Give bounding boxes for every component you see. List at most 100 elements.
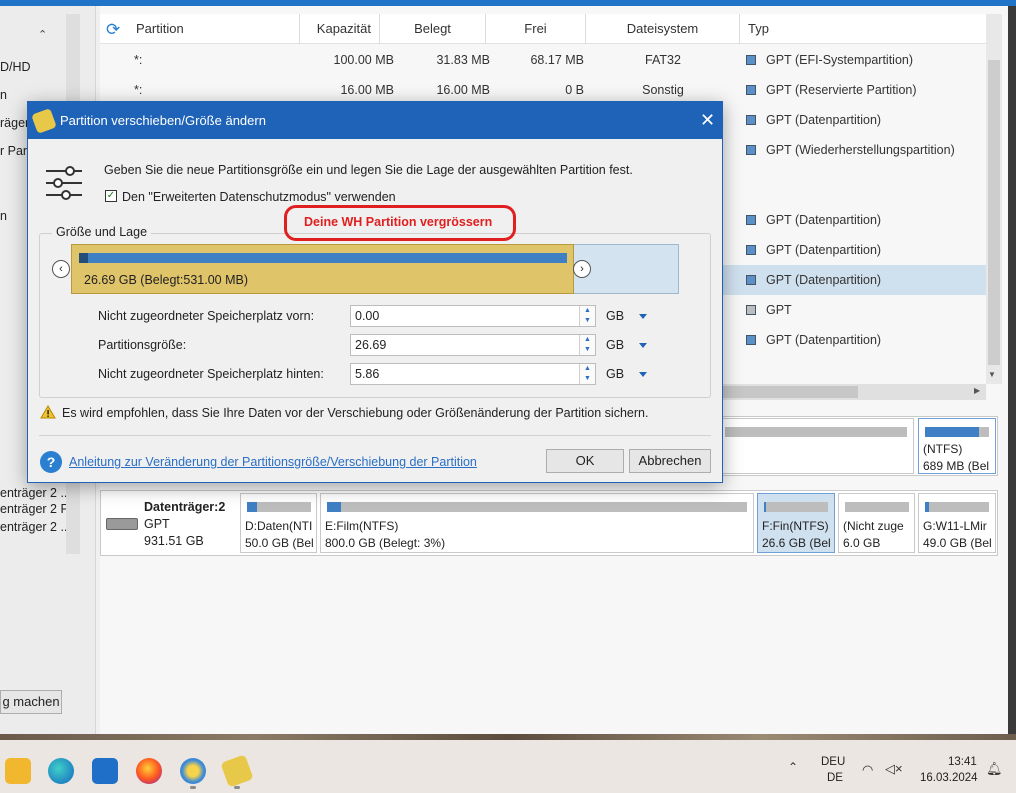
sliders-icon [46, 166, 82, 200]
gpt-icon [746, 85, 756, 95]
col-typ[interactable]: Typ [740, 14, 986, 44]
unit-dropdown-icon[interactable] [639, 314, 647, 319]
language-line2[interactable]: DE [827, 772, 843, 784]
col-dateisystem[interactable]: Dateisystem [586, 14, 740, 44]
cell-typ: GPT (EFI-Systempartition) [746, 45, 913, 75]
spinner-icon[interactable]: ▲ ▼ [579, 335, 595, 355]
partition-label: E:Film(NTFS) [325, 519, 399, 533]
scroll-down-icon[interactable]: ▼ [988, 370, 996, 379]
left-item[interactable]: D/HD [0, 60, 31, 74]
horizontal-scroll-thumb[interactable] [700, 386, 858, 398]
close-icon[interactable]: ✕ [700, 102, 715, 139]
gpt-icon [746, 245, 756, 255]
usage-bar [925, 427, 989, 437]
disk2-partition-f-selected[interactable]: F:Fin(NTFS) 26.6 GB (Bel [757, 493, 835, 553]
move-left-icon[interactable]: ‹ [52, 260, 70, 278]
disk-list-item[interactable]: enträger 2 ... [0, 486, 71, 500]
partition-handle[interactable]: 26.69 GB (Belegt:531.00 MB) [71, 244, 574, 294]
disk-list-item[interactable]: enträger 2 ... [0, 520, 71, 534]
cell-typ: GPT (Datenpartition) [746, 235, 881, 265]
left-item[interactable]: n [0, 209, 7, 223]
disk2-partition-d[interactable]: D:Daten(NTI 50.0 GB (Bel [240, 493, 317, 553]
vertical-scroll-thumb[interactable] [988, 60, 1000, 365]
cell-kapazitaet: 100.00 MB [333, 53, 394, 67]
scroll-right-icon[interactable]: ▶ [974, 386, 980, 395]
dialog-titlebar[interactable]: Partition verschieben/Größe ändern ✕ [28, 102, 722, 139]
help-icon[interactable]: ? [40, 451, 62, 473]
disk2-scheme: GPT [144, 517, 170, 531]
divider [39, 435, 711, 436]
cell-partition: *: [134, 53, 143, 67]
help-link[interactable]: Anleitung zur Veränderung der Partitions… [69, 455, 477, 469]
partition-size: 26.6 GB (Bel [762, 536, 831, 550]
wifi-icon[interactable]: ◠ [862, 762, 873, 778]
usage-bar [327, 502, 747, 512]
clock-time[interactable]: 13:41 [948, 756, 977, 768]
clock-date[interactable]: 16.03.2024 [920, 772, 978, 784]
disk1-partition[interactable] [718, 418, 914, 474]
notification-bell-icon[interactable]: 🔔︎ [986, 761, 1003, 777]
gpt-icon [746, 275, 756, 285]
partition-size-input[interactable]: 26.69 ▲ ▼ [350, 334, 596, 356]
partition-bar-label: 26.69 GB (Belegt:531.00 MB) [84, 273, 248, 287]
gpt-icon [746, 215, 756, 225]
disk2-partition-g[interactable]: G:W11-LMir 49.0 GB (Bel [918, 493, 996, 553]
store-icon[interactable] [92, 758, 118, 784]
col-belegt[interactable]: Belegt [380, 14, 486, 44]
disk2-partition-unallocated[interactable]: (Nicht zuge 6.0 GB [838, 493, 915, 553]
partition-size: 689 MB (Bel [923, 459, 990, 473]
left-item[interactable]: r Part [0, 144, 31, 158]
unallocated-icon [746, 305, 756, 315]
file-explorer-icon[interactable] [5, 758, 31, 784]
partition-size: 49.0 GB (Bel [923, 536, 992, 550]
app-icon[interactable] [180, 758, 206, 784]
unallocated-back-input[interactable]: 5.86 ▲ ▼ [350, 363, 596, 385]
datenschutz-checkbox[interactable]: ✓ [105, 190, 117, 202]
partition-size: 800.0 GB (Belegt: 3%) [325, 536, 446, 550]
unit-dropdown-icon[interactable] [639, 343, 647, 348]
left-item[interactable]: n [0, 88, 7, 102]
cell-frei: 68.17 MB [530, 53, 584, 67]
disk1-partition-last[interactable]: (NTFS) 689 MB (Bel [918, 418, 996, 474]
hard-disk-icon [106, 518, 138, 530]
cell-belegt: 31.83 MB [436, 53, 490, 67]
cancel-button[interactable]: Abbrechen [629, 449, 711, 473]
partition-label: (NTFS) [923, 442, 963, 456]
spinner-icon[interactable]: ▲ ▼ [579, 306, 595, 326]
volume-muted-icon[interactable]: ◁× [885, 761, 903, 777]
language-line1[interactable]: DEU [821, 756, 845, 768]
unit-dropdown-icon[interactable] [639, 372, 647, 377]
disk2-partition-e[interactable]: E:Film(NTFS) 800.0 GB (Belegt: 3%) [320, 493, 754, 553]
cell-typ: GPT (Datenpartition) [746, 205, 881, 235]
unit-label: GB [606, 367, 625, 381]
gpt-icon [746, 335, 756, 345]
cell-typ: GPT (Reservierte Partition) [746, 75, 917, 105]
col-kapazitaet[interactable]: Kapazität [300, 14, 380, 44]
usage-bar [247, 502, 311, 512]
partition-usage-bar [79, 253, 567, 263]
left-item[interactable]: räger [0, 116, 29, 130]
gpt-icon [746, 145, 756, 155]
edge-icon[interactable] [48, 758, 74, 784]
firefox-icon[interactable] [136, 758, 162, 784]
ok-button[interactable]: OK [546, 449, 624, 473]
col-frei[interactable]: Frei [486, 14, 586, 44]
spinner-icon[interactable]: ▲ ▼ [579, 364, 595, 384]
running-indicator [234, 786, 240, 789]
chevron-up-icon[interactable]: ⌃ [788, 760, 798, 774]
col-partition[interactable]: Partition [128, 14, 300, 44]
unallocated-front-input[interactable]: 0.00 ▲ ▼ [350, 305, 596, 327]
field-label-front: Nicht zugeordneter Speicherplatz vorn: [98, 309, 315, 323]
unit-label: GB [606, 338, 625, 352]
refresh-icon[interactable]: ⟳ [106, 20, 120, 40]
resize-dialog: Partition verschieben/Größe ändern ✕ Geb… [27, 101, 723, 483]
table-row[interactable]: *: 100.00 MB 31.83 MB 68.17 MB FAT32 GPT… [100, 45, 986, 75]
move-right-icon[interactable]: › [573, 260, 591, 278]
partition-label: G:W11-LMir [923, 519, 987, 533]
apply-button[interactable]: g machen [0, 690, 62, 714]
annotation-text: Deine WH Partition vergrössern [304, 215, 493, 229]
field-label-back: Nicht zugeordneter Speicherplatz hinten: [98, 367, 324, 381]
app-logo-icon [31, 108, 57, 134]
partition-label: F:Fin(NTFS) [762, 519, 829, 533]
collapse-up-icon[interactable]: ⌃ [38, 28, 47, 41]
